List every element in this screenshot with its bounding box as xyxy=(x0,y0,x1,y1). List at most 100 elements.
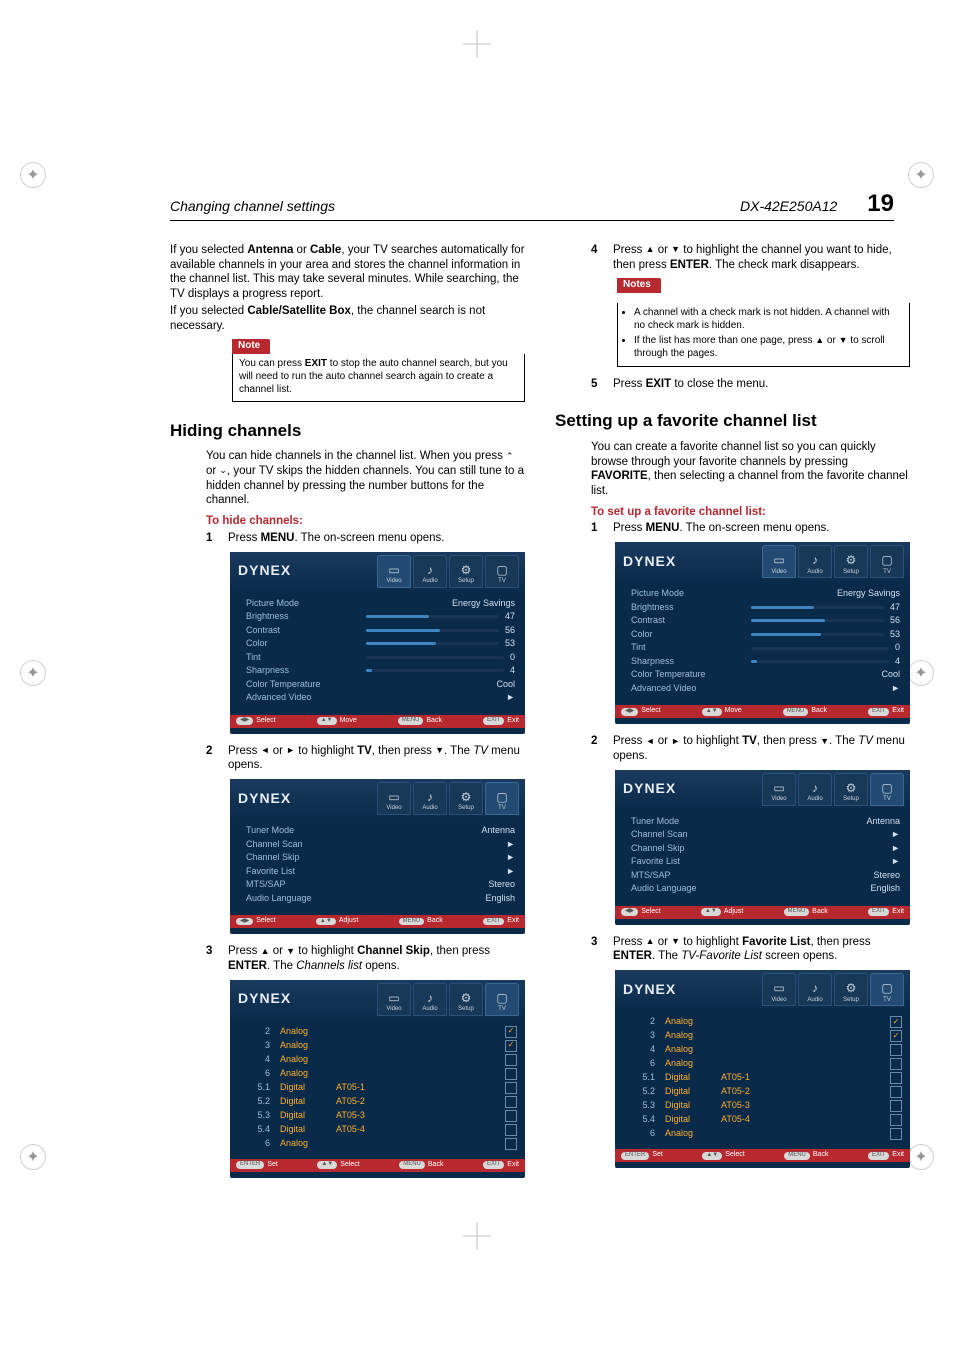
note-box: Note You can press EXIT to stop the auto… xyxy=(232,339,525,401)
osd-tabs: ▭Video♪Audio⚙Setup▢TV xyxy=(762,773,904,806)
registration-mark xyxy=(20,1144,46,1170)
osd-row: Color TemperatureCool xyxy=(246,678,515,692)
page-number: 19 xyxy=(867,190,894,218)
osd-row: Tint0 xyxy=(631,641,900,655)
osd-channel-row: 2Analog✓ xyxy=(244,1025,517,1039)
osd-tab-tv: ▢TV xyxy=(870,773,904,806)
osd-channel-row: 6Analog xyxy=(629,1057,902,1071)
step-number: 3 xyxy=(206,944,220,973)
osd-row: Picture ModeEnergy Savings xyxy=(246,597,515,611)
osd-row: Channel Skip► xyxy=(246,851,515,865)
osd-tab-setup: ⚙Setup xyxy=(449,983,483,1016)
osd-channel-row: 5.2DigitalAT05-2 xyxy=(629,1085,902,1099)
osd-row: Color53 xyxy=(631,628,900,642)
crop-mark xyxy=(463,30,491,58)
osd-row: Picture ModeEnergy Savings xyxy=(631,587,900,601)
step-text: Press ▲ or ▼ to highlight Favorite List,… xyxy=(613,935,910,964)
osd-row: Tint0 xyxy=(246,651,515,665)
osd-row: Channel Scan► xyxy=(631,828,900,842)
osd-tab-audio: ♪Audio xyxy=(798,773,832,806)
osd-row: Contrast56 xyxy=(631,614,900,628)
osd-row: Color53 xyxy=(246,637,515,651)
step-number: 2 xyxy=(591,734,605,763)
step-number: 5 xyxy=(591,377,605,392)
step-text: Press ◄ or ► to highlight TV, then press… xyxy=(613,734,910,763)
body-text: You can create a favorite channel list s… xyxy=(591,440,910,499)
step-text: Press EXIT to close the menu. xyxy=(613,377,910,392)
osd-channel-row: 5.2DigitalAT05-2 xyxy=(244,1095,517,1109)
osd-channel-row: 2Analog✓ xyxy=(629,1015,902,1029)
osd-channel-row: 3Analog✓ xyxy=(244,1039,517,1053)
osd-channel-row: 5.4DigitalAT05-4 xyxy=(244,1123,517,1137)
osd-tab-audio: ♪Audio xyxy=(798,973,832,1006)
osd-row: Sharpness4 xyxy=(631,655,900,669)
osd-brand: DYNEX xyxy=(623,981,676,999)
notes-list: A channel with a check mark is not hidde… xyxy=(617,303,910,367)
model-number: DX-42E250A12 xyxy=(740,198,837,214)
step-text: Press MENU. The on-screen menu opens. xyxy=(613,521,910,536)
osd-channel-row: 5.1DigitalAT05-1 xyxy=(629,1071,902,1085)
sub-heading: To hide channels: xyxy=(206,514,525,529)
osd-tabs: ▭Video♪Audio⚙Setup▢TV xyxy=(377,555,519,588)
osd-channel-rows: 2Analog✓3Analog✓4Analog6Analog5.1Digital… xyxy=(230,1021,525,1153)
osd-brand: DYNEX xyxy=(238,790,291,808)
page-body: Changing channel settings DX-42E250A12 1… xyxy=(170,190,894,1210)
body-text: If you selected Cable/Satellite Box, the… xyxy=(170,304,525,333)
registration-mark xyxy=(908,1144,934,1170)
right-column: 4 Press ▲ or ▼ to highlight the channel … xyxy=(555,243,910,1188)
osd-row: MTS/SAPStereo xyxy=(246,878,515,892)
body-text: You can hide channels in the channel lis… xyxy=(206,449,525,508)
osd-tab-audio: ♪Audio xyxy=(413,555,447,588)
osd-tv-menu: DYNEX ▭Video♪Audio⚙Setup▢TV Tuner ModeAn… xyxy=(615,770,910,925)
heading-hiding-channels: Hiding channels xyxy=(170,420,525,442)
osd-footer: ◀▶ Select ▲▼ Adjust MENU Back EXIT Exit xyxy=(230,915,525,928)
osd-channel-row: 6Analog xyxy=(244,1067,517,1081)
osd-row: Tuner ModeAntenna xyxy=(246,824,515,838)
registration-mark xyxy=(908,162,934,188)
left-column: If you selected Antenna or Cable, your T… xyxy=(170,243,525,1188)
osd-tab-setup: ⚙Setup xyxy=(834,545,868,578)
heading-favorite-list: Setting up a favorite channel list xyxy=(555,410,910,432)
osd-row: Advanced Video► xyxy=(246,691,515,705)
osd-tab-setup: ⚙Setup xyxy=(449,782,483,815)
osd-row: Channel Scan► xyxy=(246,838,515,852)
notes-label: Notes xyxy=(617,278,661,293)
step-number: 3 xyxy=(591,935,605,964)
osd-tab-tv: ▢TV xyxy=(485,782,519,815)
note-label: Note xyxy=(232,339,270,354)
osd-tab-video: ▭Video xyxy=(762,773,796,806)
body-text: If you selected Antenna or Cable, your T… xyxy=(170,243,525,302)
osd-footer: ENTER Set ▲▼ Select MENU Back EXIT Exit xyxy=(230,1159,525,1172)
osd-row: Favorite List► xyxy=(246,865,515,879)
step-text: Press ▲ or ▼ to highlight the channel yo… xyxy=(613,243,910,272)
osd-channel-row: 5.3DigitalAT05-3 xyxy=(629,1099,902,1113)
osd-rows: Tuner ModeAntennaChannel Scan►Channel Sk… xyxy=(615,811,910,900)
notes-box: Notes A channel with a check mark is not… xyxy=(617,278,910,367)
osd-row: Channel Skip► xyxy=(631,842,900,856)
osd-row: Favorite List► xyxy=(631,855,900,869)
note-body: You can press EXIT to stop the auto chan… xyxy=(232,354,525,401)
crop-mark xyxy=(463,1222,491,1250)
osd-tabs: ▭Video♪Audio⚙Setup▢TV xyxy=(762,973,904,1006)
osd-channel-list: DYNEX ▭Video♪Audio⚙Setup▢TV 2Analog✓3Ana… xyxy=(230,980,525,1178)
osd-footer: ◀▶ Select ▲▼ Move MENU Back EXIT Exit xyxy=(615,705,910,718)
osd-channel-row: 5.4DigitalAT05-4 xyxy=(629,1113,902,1127)
osd-tab-video: ▭Video xyxy=(762,545,796,578)
osd-channel-row: 3Analog✓ xyxy=(629,1029,902,1043)
osd-rows: Picture ModeEnergy SavingsBrightness47Co… xyxy=(615,583,910,699)
osd-channel-row: 5.1DigitalAT05-1 xyxy=(244,1081,517,1095)
osd-channel-rows: 2Analog✓3Analog✓4Analog6Analog5.1Digital… xyxy=(615,1011,910,1143)
osd-row: Advanced Video► xyxy=(631,682,900,696)
sub-heading: To set up a favorite channel list: xyxy=(591,505,910,520)
osd-brand: DYNEX xyxy=(238,562,291,580)
osd-footer: ENTER Set ▲▼ Select MENU Back EXIT Exit xyxy=(615,1149,910,1162)
osd-brand: DYNEX xyxy=(623,780,676,798)
osd-row: MTS/SAPStereo xyxy=(631,869,900,883)
osd-tv-menu: DYNEX ▭Video♪Audio⚙Setup▢TV Tuner ModeAn… xyxy=(230,779,525,934)
osd-rows: Picture ModeEnergy SavingsBrightness47Co… xyxy=(230,593,525,709)
osd-row: Color TemperatureCool xyxy=(631,668,900,682)
osd-row: Tuner ModeAntenna xyxy=(631,815,900,829)
osd-video-menu: DYNEX ▭Video♪Audio⚙Setup▢TV Picture Mode… xyxy=(230,552,525,734)
running-head: Changing channel settings DX-42E250A12 1… xyxy=(170,190,894,221)
osd-row: Sharpness4 xyxy=(246,664,515,678)
